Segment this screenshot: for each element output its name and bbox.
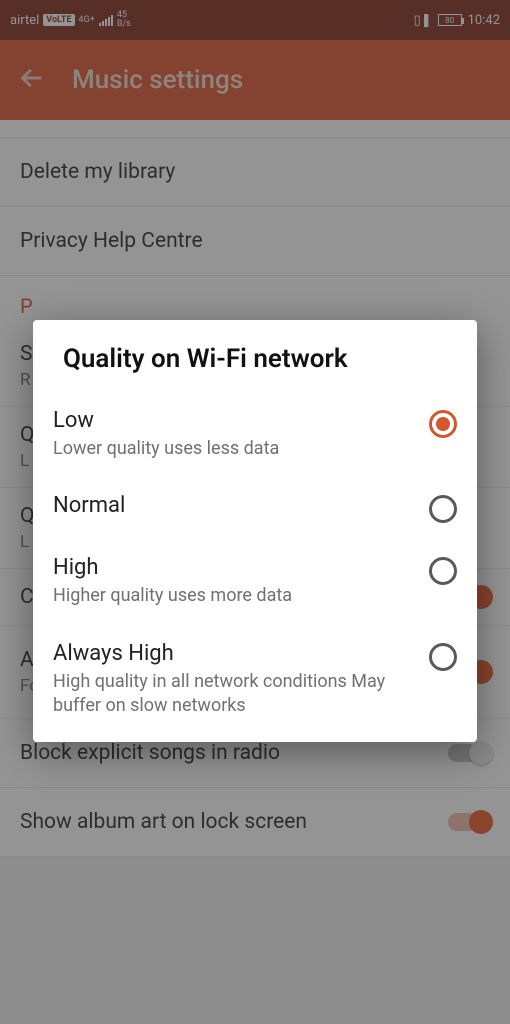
option-sub: High quality in all network conditions M…	[53, 670, 415, 719]
radio-icon[interactable]	[429, 643, 457, 671]
option-low[interactable]: Low Lower quality uses less data	[53, 396, 457, 481]
dialog-title: Quality on Wi-Fi network	[63, 344, 447, 374]
option-normal[interactable]: Normal	[53, 481, 457, 543]
option-sub: Lower quality uses less data	[53, 437, 415, 461]
radio-icon[interactable]	[429, 557, 457, 585]
option-label: High	[53, 555, 415, 580]
option-label: Always High	[53, 641, 415, 666]
option-label: Low	[53, 408, 415, 433]
quality-dialog: Quality on Wi-Fi network Low Lower quali…	[33, 320, 477, 742]
option-always-high[interactable]: Always High High quality in all network …	[53, 629, 457, 725]
option-sub: Higher quality uses more data	[53, 584, 415, 608]
radio-icon[interactable]	[429, 495, 457, 523]
option-high[interactable]: High Higher quality uses more data	[53, 543, 457, 628]
radio-icon[interactable]	[429, 410, 457, 438]
option-label: Normal	[53, 493, 415, 518]
